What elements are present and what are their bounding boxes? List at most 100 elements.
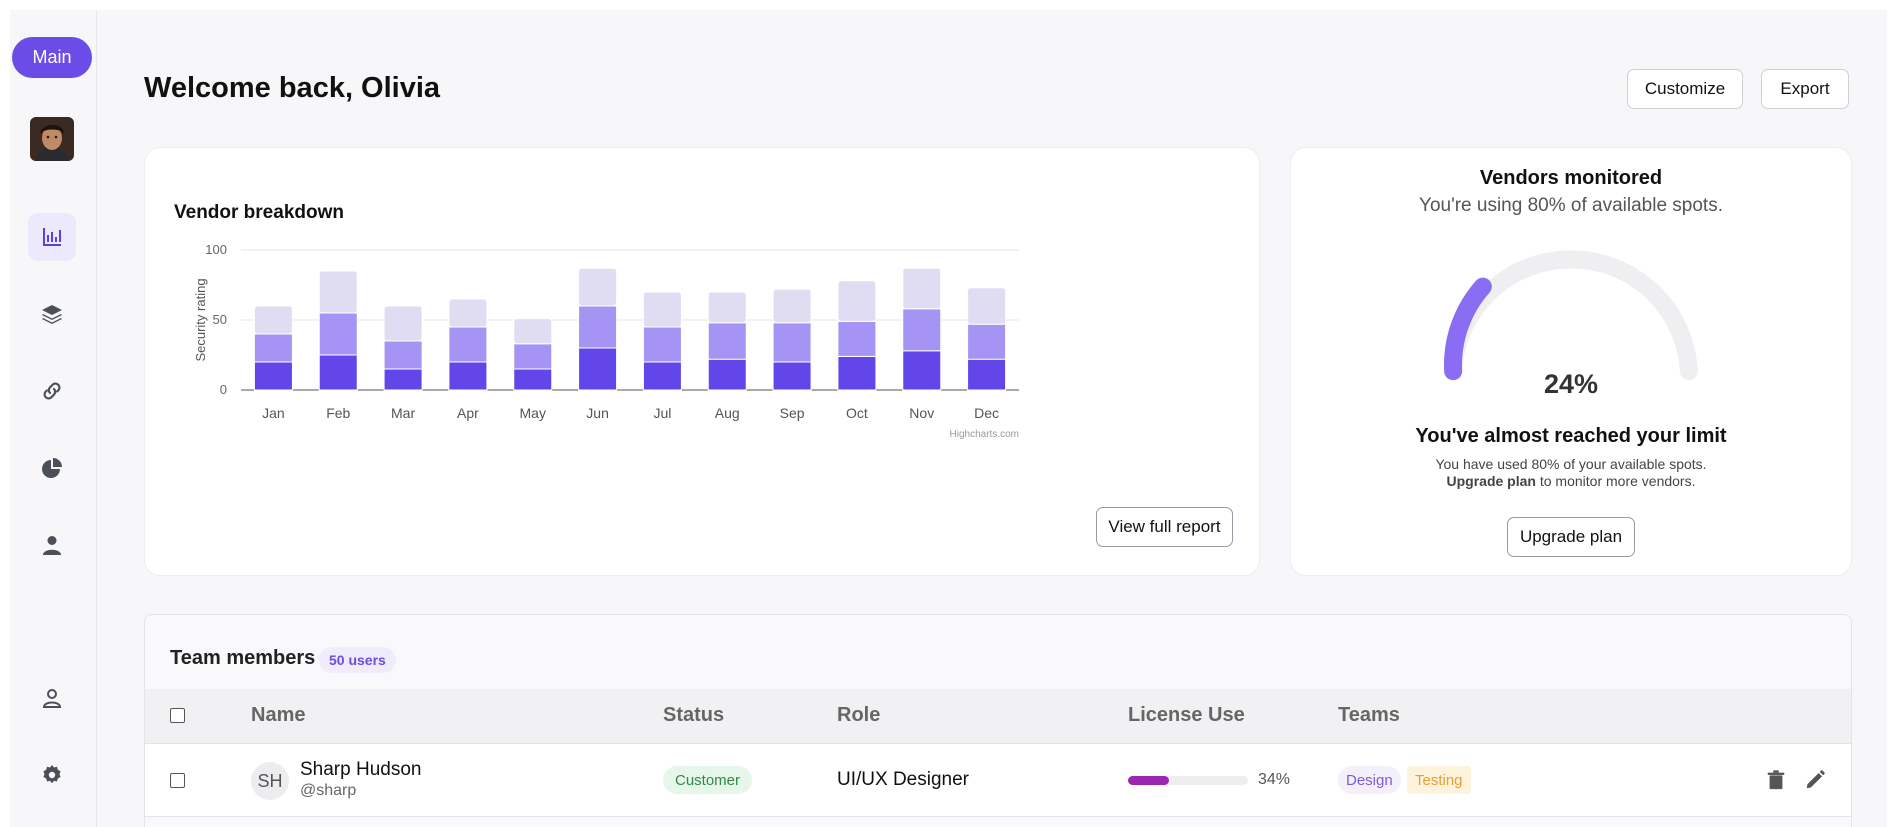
x-tick-label: Feb [326, 405, 350, 421]
bar-segment [772, 322, 812, 363]
nav-settings[interactable] [28, 751, 76, 799]
bar-segment [253, 361, 293, 391]
link-icon [43, 382, 61, 400]
bar-segment [448, 326, 488, 363]
bar-segment [513, 343, 553, 370]
bar-segment [707, 322, 747, 360]
user-handle: @sharp [300, 782, 357, 799]
bar-segment [578, 267, 618, 307]
bar-segment [967, 358, 1007, 391]
column-header-status[interactable]: Status [663, 704, 724, 727]
delete-button[interactable] [1765, 769, 1787, 791]
bar-segment [448, 361, 488, 391]
license-percent: 34% [1258, 771, 1291, 788]
bar-segment [902, 350, 942, 391]
upgrade-plan-link[interactable]: Upgrade plan [1447, 473, 1536, 489]
status-badge: Customer [663, 766, 753, 794]
bar-segment [253, 333, 293, 363]
team-members-title: Team members [170, 647, 316, 669]
limit-text: You have used 80% of your available spot… [1291, 456, 1851, 490]
x-tick-label: Sep [780, 405, 805, 421]
edit-button[interactable] [1804, 769, 1826, 791]
bar-segment [902, 308, 942, 352]
bar-segment [902, 267, 942, 310]
bar-segment [318, 312, 358, 356]
nav-links[interactable] [28, 367, 76, 415]
bar-segment [707, 358, 747, 391]
bar-segment [578, 347, 618, 391]
pie-chart-icon [42, 458, 62, 478]
x-tick-label: Apr [457, 405, 479, 421]
x-tick-label: Jul [653, 405, 671, 421]
avatar[interactable] [30, 117, 74, 161]
table-row[interactable]: SH Sharp Hudson @sharp Customer UI/UX De… [145, 744, 1851, 817]
bar-segment [967, 287, 1007, 325]
chart-title: Vendor breakdown [174, 202, 344, 223]
user-name: Sharp Hudson [300, 759, 422, 780]
bar-segment [513, 368, 553, 391]
column-header-name[interactable]: Name [251, 704, 305, 727]
gauge-value: 24% [1543, 369, 1599, 399]
bar-segment [318, 270, 358, 314]
team-tag-design: Design [1338, 766, 1401, 794]
x-tick-label: Jan [262, 405, 285, 421]
bar-segment [707, 291, 747, 324]
x-tick-label: Mar [391, 405, 415, 421]
bar-chart-icon [43, 228, 61, 246]
x-tick-label: May [520, 405, 546, 421]
limit-upgrade-text: Upgrade plan to monitor more vendors. [1291, 473, 1851, 490]
users-count-badge: 50 users [319, 647, 396, 673]
y-axis-label: Security rating [193, 278, 208, 361]
bar-segment [578, 305, 618, 349]
column-header-teams[interactable]: Teams [1338, 704, 1400, 727]
bar-segment [383, 340, 423, 370]
x-tick-label: Jun [586, 405, 609, 421]
bar-segment [837, 355, 877, 391]
x-tick-label: Nov [909, 405, 934, 421]
bar-segment [383, 368, 423, 391]
select-all-checkbox[interactable] [170, 708, 185, 723]
upgrade-suffix: to monitor more vendors. [1535, 473, 1696, 489]
user-outline-icon [42, 689, 62, 708]
bar-segment [772, 361, 812, 391]
upgrade-plan-button[interactable]: Upgrade plan [1507, 517, 1635, 557]
row-checkbox[interactable] [170, 773, 185, 788]
bar-segment [383, 305, 423, 342]
bar-segment [837, 280, 877, 322]
main-button[interactable]: Main [12, 37, 92, 78]
bar-chart: 0 50 100 Jan Feb Mar Apr May Jun Jul Aug Sep Oct Nov D… [193, 242, 1019, 440]
column-header-license-use[interactable]: License Use [1128, 704, 1245, 727]
x-tick-label: Aug [715, 405, 740, 421]
bar-segment [318, 354, 358, 391]
bar-segment [642, 291, 682, 328]
page-title: Welcome back, Olivia [144, 72, 441, 104]
chart-credit: Highcharts.com [950, 429, 1019, 440]
column-header-role[interactable]: Role [837, 704, 880, 727]
gear-icon [43, 765, 61, 784]
export-button[interactable]: Export [1761, 69, 1849, 109]
layers-icon [42, 305, 62, 324]
nav-users[interactable] [28, 521, 76, 569]
bar-segment [967, 323, 1007, 360]
user-role: UI/UX Designer [837, 769, 969, 790]
bar-segment [253, 305, 293, 335]
license-progress-bar [1128, 776, 1248, 785]
y-tick-label: 50 [213, 312, 227, 327]
bar-segment [642, 326, 682, 363]
x-tick-label: Dec [974, 405, 999, 421]
y-tick-label: 0 [220, 382, 227, 397]
x-tick-label: Oct [846, 405, 868, 421]
user-icon [43, 536, 61, 555]
app-frame: Main Welcome back, Olivia Customize Expo… [10, 10, 1887, 827]
view-full-report-button[interactable]: View full report [1096, 507, 1233, 547]
nav-dashboard[interactable] [28, 213, 76, 261]
user-initials-avatar: SH [251, 762, 289, 800]
bar-segment [513, 318, 553, 345]
table-header: Name Status Role License Use Teams [145, 689, 1851, 744]
gauge-fill [1444, 277, 1492, 381]
nav-layers[interactable] [28, 290, 76, 338]
customize-button[interactable]: Customize [1627, 69, 1743, 109]
vendors-monitored-card: Vendors monitored You're using 80% of av… [1290, 147, 1852, 576]
nav-reports[interactable] [28, 444, 76, 492]
nav-profile[interactable] [28, 674, 76, 722]
